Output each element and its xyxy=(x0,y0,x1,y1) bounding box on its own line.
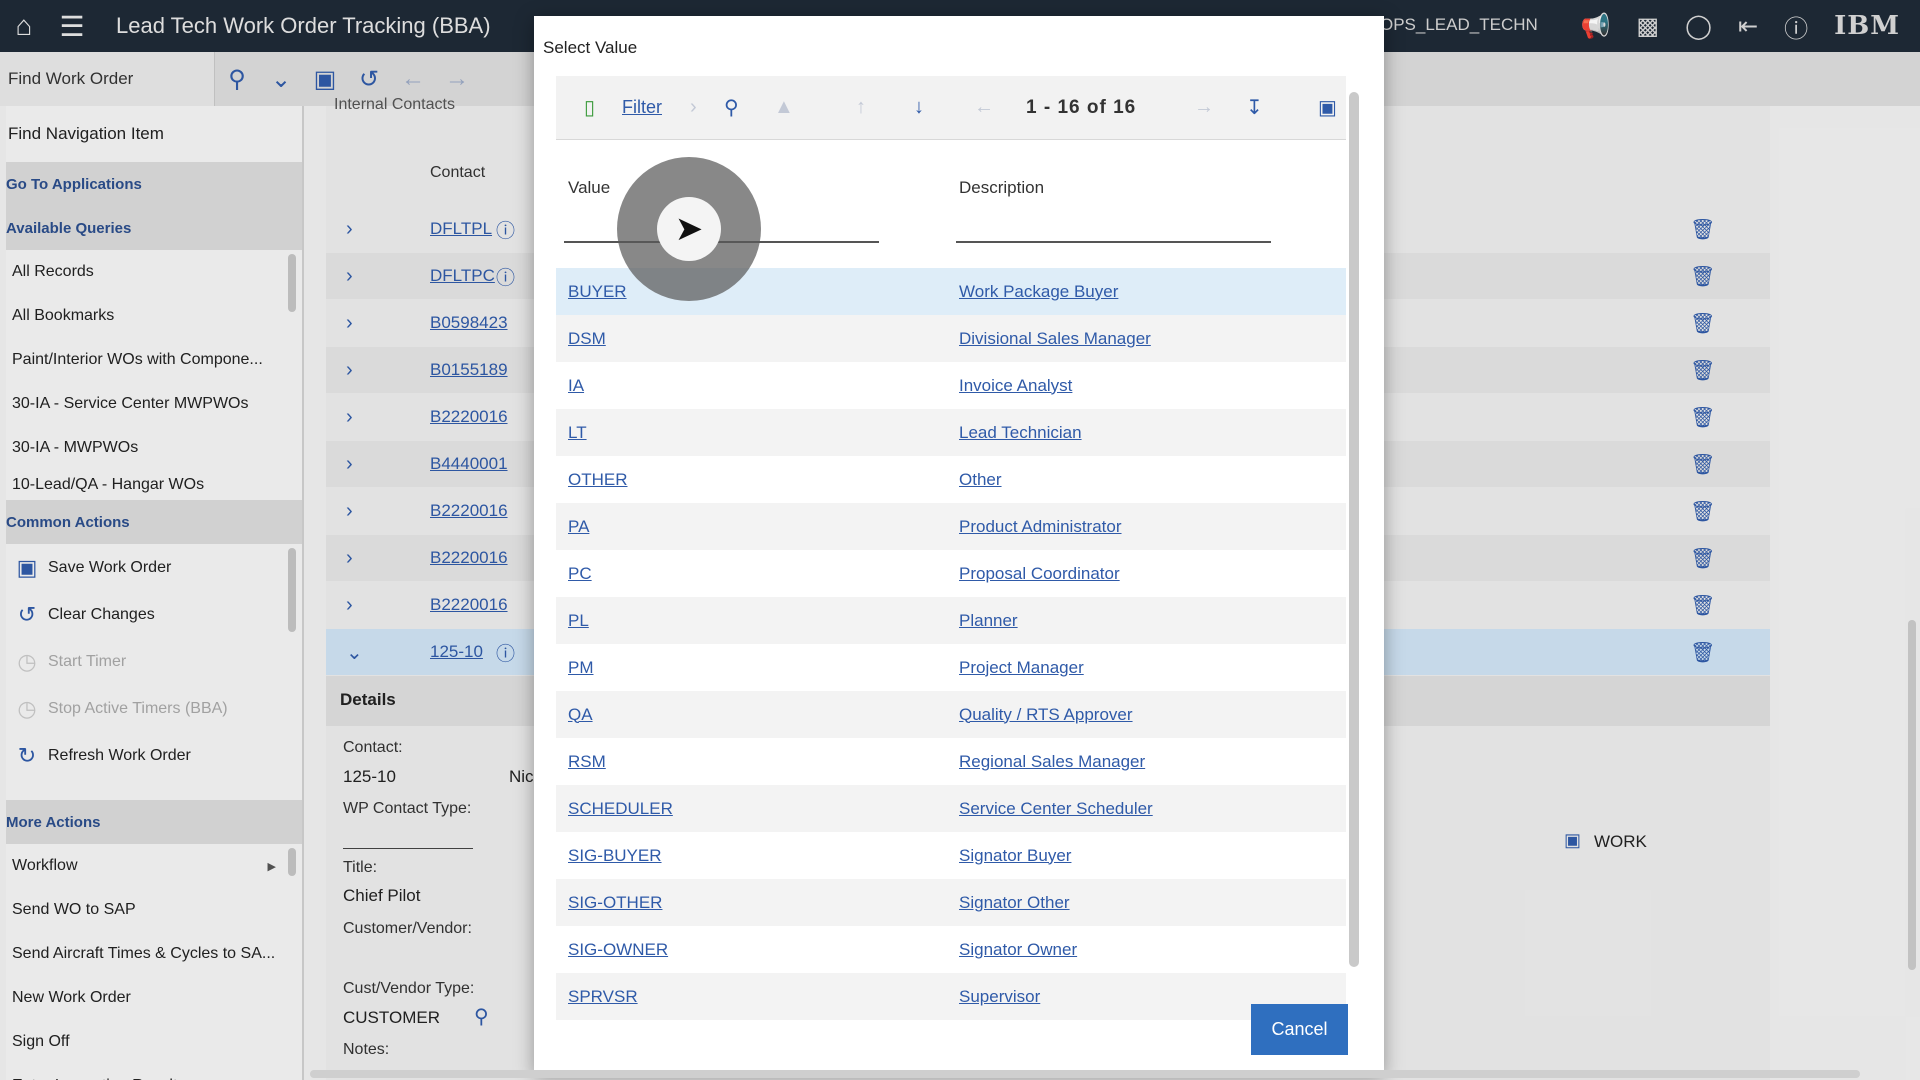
value-link[interactable]: PM xyxy=(568,658,594,678)
cursor-pointer-icon: ➤ xyxy=(657,197,721,261)
list-item[interactable]: SCHEDULER Service Center Scheduler xyxy=(556,785,1346,832)
description-link[interactable]: Lead Technician xyxy=(959,423,1082,443)
description-link[interactable]: Project Manager xyxy=(959,658,1084,678)
dialog-title: Select Value xyxy=(543,38,638,57)
list-item[interactable]: PM Project Manager xyxy=(556,644,1346,691)
value-link[interactable]: SIG-OTHER xyxy=(568,893,662,913)
value-link[interactable]: SCHEDULER xyxy=(568,799,673,819)
description-link[interactable]: Signator Buyer xyxy=(959,846,1071,866)
list-item[interactable]: IA Invoice Analyst xyxy=(556,362,1346,409)
list-item[interactable]: SIG-OWNER Signator Owner xyxy=(556,926,1346,973)
value-link[interactable]: PC xyxy=(568,564,592,584)
value-list: BUYER Work Package Buyer DSM Divisional Sa… xyxy=(556,268,1346,1020)
download-icon[interactable]: ↧ xyxy=(1246,95,1263,120)
previous-page-icon[interactable]: ← xyxy=(974,96,994,119)
list-item[interactable]: SIG-BUYER Signator Buyer xyxy=(556,832,1346,879)
list-item[interactable]: QA Quality / RTS Approver xyxy=(556,691,1346,738)
chevron-right-icon[interactable]: › xyxy=(690,96,697,119)
value-link[interactable]: DSM xyxy=(568,329,606,349)
description-link[interactable]: Quality / RTS Approver xyxy=(959,705,1133,725)
page-info: 1 - 16 of 16 xyxy=(1026,96,1137,118)
list-item[interactable]: OTHER Other xyxy=(556,456,1346,503)
arrow-up-icon[interactable]: ↑ xyxy=(856,96,866,119)
value-link[interactable]: LT xyxy=(568,423,587,443)
value-column-header: Value xyxy=(568,178,611,197)
description-link[interactable]: Other xyxy=(959,470,1002,490)
value-link[interactable]: OTHER xyxy=(568,470,628,490)
value-link[interactable]: PL xyxy=(568,611,589,631)
description-link[interactable]: Product Administrator xyxy=(959,517,1122,537)
description-column-header: Description xyxy=(959,178,1045,197)
clear-filter-icon[interactable]: ▲ xyxy=(774,96,794,119)
value-link[interactable]: QA xyxy=(568,705,593,725)
list-item[interactable]: DSM Divisional Sales Manager xyxy=(556,315,1346,362)
collapse-icon[interactable]: ▣ xyxy=(1318,95,1337,120)
description-link[interactable]: Planner xyxy=(959,611,1018,631)
list-item[interactable]: PC Proposal Coordinator xyxy=(556,550,1346,597)
next-page-icon[interactable]: → xyxy=(1194,96,1214,119)
description-link[interactable]: Signator Owner xyxy=(959,940,1077,960)
dialog-scrollbar[interactable] xyxy=(1349,92,1359,967)
description-link[interactable]: Regional Sales Manager xyxy=(959,752,1145,772)
search-icon[interactable]: ⚲ xyxy=(724,95,739,120)
description-link[interactable]: Proposal Coordinator xyxy=(959,564,1120,584)
description-link[interactable]: Divisional Sales Manager xyxy=(959,329,1151,349)
list-item[interactable]: LT Lead Technician xyxy=(556,409,1346,456)
value-link[interactable]: SPRVSR xyxy=(568,987,638,1007)
filter-icon[interactable]: ▯ xyxy=(584,95,595,120)
value-link[interactable]: BUYER xyxy=(568,282,627,302)
value-link[interactable]: RSM xyxy=(568,752,606,772)
horizontal-scrollbar[interactable] xyxy=(310,1070,1860,1078)
description-link[interactable]: Service Center Scheduler xyxy=(959,799,1153,819)
description-link[interactable]: Signator Other xyxy=(959,893,1070,913)
list-item[interactable]: SIG-OTHER Signator Other xyxy=(556,879,1346,926)
dialog-toolbar: ▯ Filter › ⚲ ▲ ↑ ↓ ← 1 - 16 of 16 → ↧ ▣ xyxy=(556,76,1346,140)
list-item[interactable]: PL Planner xyxy=(556,597,1346,644)
arrow-down-icon[interactable]: ↓ xyxy=(914,96,924,119)
description-filter-field[interactable] xyxy=(956,241,1271,243)
cancel-button[interactable]: Cancel xyxy=(1251,1004,1348,1055)
value-link[interactable]: PA xyxy=(568,517,589,537)
list-item[interactable]: RSM Regional Sales Manager xyxy=(556,738,1346,785)
value-link[interactable]: SIG-BUYER xyxy=(568,846,662,866)
description-link[interactable]: Work Package Buyer xyxy=(959,282,1118,302)
description-link[interactable]: Invoice Analyst xyxy=(959,376,1072,396)
list-item[interactable]: PA Product Administrator xyxy=(556,503,1346,550)
value-link[interactable]: IA xyxy=(568,376,584,396)
description-link[interactable]: Supervisor xyxy=(959,987,1040,1007)
value-link[interactable]: SIG-OWNER xyxy=(568,940,668,960)
filter-link[interactable]: Filter xyxy=(622,97,662,118)
list-item[interactable]: SPRVSR Supervisor xyxy=(556,973,1346,1020)
page-scrollbar[interactable] xyxy=(1908,620,1916,970)
